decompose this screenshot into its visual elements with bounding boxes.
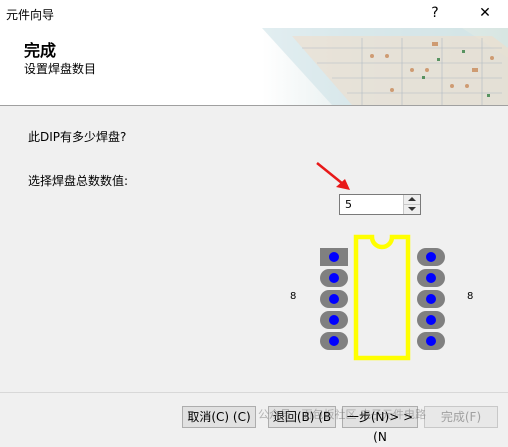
dip-footprint-drawing bbox=[320, 234, 445, 361]
chevron-down-icon bbox=[408, 207, 416, 211]
finish-button[interactable]: 完成(F) bbox=[424, 406, 498, 428]
close-button[interactable]: ✕ bbox=[470, 3, 500, 23]
window-title: 元件向导 bbox=[6, 8, 55, 22]
wizard-header: 完成 设置焊盘数目 bbox=[0, 28, 508, 106]
pad-count-value[interactable]: 5 bbox=[345, 198, 352, 211]
left-pad-row bbox=[320, 248, 348, 350]
component-outline bbox=[353, 234, 411, 361]
page-subtitle: 设置焊盘数目 bbox=[24, 62, 97, 76]
stepper-buttons bbox=[403, 195, 420, 214]
red-arrow-annotation bbox=[316, 162, 350, 190]
pad-count-question: 此DIP有多少焊盘? bbox=[28, 130, 127, 144]
chevron-up-icon bbox=[408, 197, 416, 201]
pcb-banner-image bbox=[262, 28, 508, 105]
page-title: 完成 bbox=[24, 41, 57, 60]
stepper-up-button[interactable] bbox=[404, 195, 420, 205]
spin-label: 选择焊盘总数数值: bbox=[28, 174, 129, 188]
right-pad-row bbox=[417, 248, 445, 350]
title-bar: 元件向导 ? ✕ bbox=[0, 0, 508, 29]
left-pin-label: 8 bbox=[290, 291, 297, 302]
watermark-text: 公众号 · 面包板社区 电子元件电路 bbox=[258, 408, 426, 421]
help-button[interactable]: ? bbox=[420, 3, 450, 23]
stepper-down-button[interactable] bbox=[404, 205, 420, 214]
pad-count-stepper[interactable]: 5 bbox=[339, 194, 421, 215]
cancel-button[interactable]: 取消(C) (C) bbox=[182, 406, 256, 428]
wizard-footer: 取消(C) (C) 退回(B) (B 一步(N)> > (N 完成(F) 公众号… bbox=[0, 392, 508, 444]
